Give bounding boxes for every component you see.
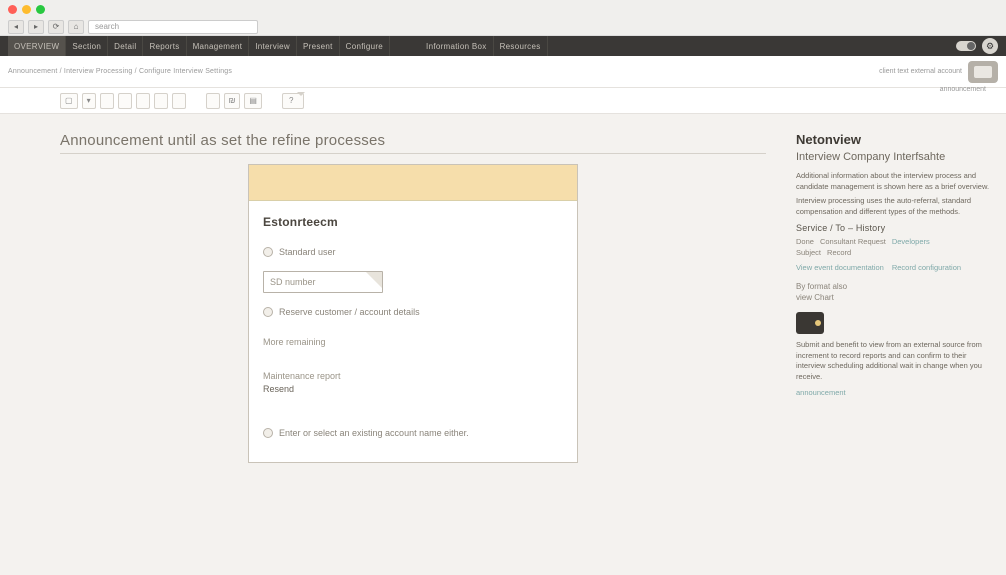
tool-help[interactable]: ? <box>282 93 304 109</box>
menu-management[interactable]: Management <box>187 36 250 56</box>
page-body: Announcement until as set the refine pro… <box>0 114 1006 575</box>
tool-10[interactable]: ▤ <box>244 93 262 109</box>
address-bar[interactable]: search <box>88 20 258 34</box>
sidebar-footer-link[interactable]: announcement <box>796 388 990 397</box>
meta-label: Done <box>796 237 814 246</box>
input-placeholder: SD number <box>270 277 316 287</box>
user-avatar[interactable]: ⚙ <box>982 38 998 54</box>
tool-4[interactable] <box>118 93 132 109</box>
byline-label: By format also <box>796 282 990 291</box>
meta-value: Consultant Request <box>820 237 886 246</box>
footnote-text: Enter or select an existing account name… <box>279 428 469 438</box>
menu-detail[interactable]: Detail <box>108 36 143 56</box>
option-label: Standard user <box>279 247 336 257</box>
sd-number-input[interactable]: SD number <box>263 271 383 293</box>
option-label: Reserve customer / account details <box>279 307 420 317</box>
window-chrome <box>0 0 1006 18</box>
forward-button[interactable]: ▸ <box>28 20 44 34</box>
byline-value: view Chart <box>796 293 990 302</box>
sidebar-para-3: Submit and benefit to view from an exter… <box>796 340 990 382</box>
menu-section[interactable]: Section <box>66 36 108 56</box>
resend-link[interactable]: Resend <box>263 384 563 394</box>
pill-icon <box>974 66 992 78</box>
sidebar-para-1: Additional information about the intervi… <box>796 171 990 192</box>
section-more-remaining: More remaining <box>263 337 563 347</box>
menu-info-box[interactable]: Information Box <box>420 36 494 56</box>
sidebar-subhead: Service / To – History <box>796 223 990 233</box>
sidebar-meta-2: Subject Record <box>796 248 990 257</box>
menu-configure[interactable]: Configure <box>340 36 390 56</box>
pill-caption: announcement <box>940 86 986 93</box>
option-reserve-customer[interactable]: Reserve customer / account details <box>263 307 563 317</box>
link-record-config[interactable]: Record configuration <box>892 263 961 272</box>
menu-present[interactable]: Present <box>297 36 340 56</box>
footnote-row: Enter or select an existing account name… <box>263 428 563 438</box>
status-pill[interactable] <box>968 61 998 83</box>
main-column: Announcement until as set the refine pro… <box>0 114 796 575</box>
sidebar: Netonview Interview Company Interfsahte … <box>796 114 1006 575</box>
form-card: Estonrteecm Standard user SD number Rese… <box>248 164 578 463</box>
link-view-docs[interactable]: View event documentation <box>796 263 884 272</box>
maintenance-label: Maintenance report <box>263 371 563 381</box>
sidebar-links: View event documentation Record configur… <box>796 263 990 272</box>
tool-8[interactable] <box>206 93 220 109</box>
client-info-text: client text external account <box>879 68 962 75</box>
tool-7[interactable] <box>172 93 186 109</box>
home-button[interactable]: ⌂ <box>68 20 84 34</box>
browser-toolbar: ◂ ▸ ⟳ ⌂ search <box>0 18 1006 36</box>
tool-1[interactable]: ▢ <box>60 93 78 109</box>
section-maintenance: Maintenance report Resend <box>263 371 563 394</box>
menu-overview[interactable]: OVERVIEW <box>8 36 66 56</box>
tool-6[interactable] <box>154 93 168 109</box>
sidebar-subtitle: Interview Company Interfsahte <box>796 151 990 163</box>
app-menu-bar: OVERVIEW Section Detail Reports Manageme… <box>0 36 1006 56</box>
toolbar: ▢ ▾ ₪ ▤ ? <box>0 88 1006 114</box>
sidebar-title: Netonview <box>796 132 990 147</box>
back-button[interactable]: ◂ <box>8 20 24 34</box>
sidebar-para-2: Interview processing uses the auto-refer… <box>796 196 990 217</box>
meta-link[interactable]: Developers <box>892 237 930 246</box>
sidebar-thumbnail[interactable] <box>796 312 824 334</box>
form-title: Estonrteecm <box>263 215 563 229</box>
form-header-banner <box>249 165 577 201</box>
minimize-window-icon[interactable] <box>22 5 31 14</box>
sidebar-byline: By format also view Chart <box>796 282 990 302</box>
form-body: Estonrteecm Standard user SD number Rese… <box>249 201 577 462</box>
breadcrumb-bar: Announcement / Interview Processing / Co… <box>0 56 1006 88</box>
radio-icon <box>263 307 273 317</box>
reload-button[interactable]: ⟳ <box>48 20 64 34</box>
meta-label: Subject <box>796 248 821 257</box>
menu-interview[interactable]: Interview <box>249 36 297 56</box>
traffic-lights <box>8 5 45 14</box>
page-title: Announcement until as set the refine pro… <box>60 132 766 154</box>
menu-resources[interactable]: Resources <box>494 36 548 56</box>
close-window-icon[interactable] <box>8 5 17 14</box>
theme-toggle[interactable] <box>956 41 976 51</box>
meta-value: Record <box>827 248 851 257</box>
tool-2[interactable]: ▾ <box>82 93 96 109</box>
breadcrumb: Announcement / Interview Processing / Co… <box>8 68 232 75</box>
menu-reports[interactable]: Reports <box>143 36 186 56</box>
tool-5[interactable] <box>136 93 150 109</box>
radio-icon <box>263 428 273 438</box>
tool-9[interactable]: ₪ <box>224 93 241 109</box>
maximize-window-icon[interactable] <box>36 5 45 14</box>
form-container: Estonrteecm Standard user SD number Rese… <box>60 164 766 463</box>
tool-3[interactable] <box>100 93 114 109</box>
sidebar-meta-1: Done Consultant Request Developers <box>796 237 990 246</box>
radio-icon <box>263 247 273 257</box>
option-standard-user[interactable]: Standard user <box>263 247 563 257</box>
